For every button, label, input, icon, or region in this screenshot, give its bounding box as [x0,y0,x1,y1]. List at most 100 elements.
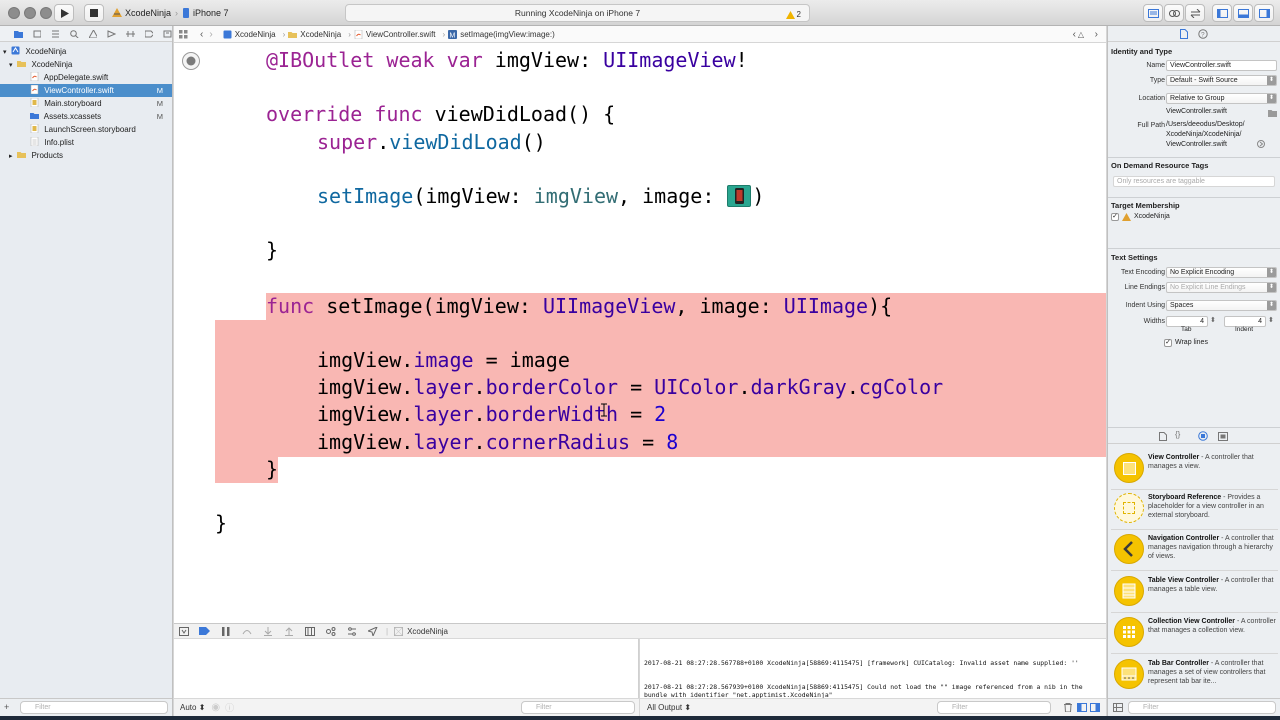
toggle-inspector-button[interactable] [1254,4,1274,22]
memory-graph-icon[interactable] [326,626,336,636]
reveal-in-finder-icon[interactable] [1257,140,1265,148]
split-view-right-icon[interactable] [1090,703,1100,712]
find-icon[interactable] [70,29,79,38]
odr-tags-field[interactable]: Only resources are taggable [1113,176,1275,187]
forward-arrow-icon[interactable]: › [209,29,212,40]
code-line[interactable]: super.viewDidLoad() [317,129,546,156]
code-line[interactable]: imgView.layer.borderWidth = 2 [317,401,666,428]
code-line[interactable]: override func viewDidLoad() { [266,101,615,128]
code-line[interactable]: } [266,237,278,264]
variables-filter-input[interactable]: Filter [521,701,635,714]
nav-item-folder[interactable]: ▾ XcodeNinja [0,58,172,71]
minimize-window-button[interactable] [24,7,36,19]
breadcrumb-file[interactable]: ViewController.swift [354,29,436,39]
standard-editor-button[interactable] [1143,4,1163,22]
code-line[interactable]: imgView.layer.cornerRadius = 8 [317,429,678,456]
breadcrumb-symbol[interactable]: M setImage(imgView:image:) [448,29,555,39]
scheme-selector[interactable]: XcodeNinja › iPhone 7 [112,4,229,22]
target-checkbox[interactable]: ✓ [1111,213,1119,221]
grid-view-icon[interactable] [1113,703,1123,712]
code-line[interactable]: setImage(imgView: imgView, image: ) [317,183,764,210]
test-navigator-icon[interactable] [107,29,117,38]
nav-item-file[interactable]: AppDelegate.swift [0,71,172,84]
debug-navigator-icon[interactable] [126,30,135,38]
add-icon[interactable]: + [4,702,9,712]
library-item[interactable]: Navigation Controller - A controller tha… [1111,531,1278,571]
folder-icon[interactable] [14,30,23,38]
step-into-icon[interactable] [263,626,273,636]
folder-icon[interactable] [1268,109,1277,117]
wrap-lines-checkbox[interactable]: ✓ [1164,339,1172,347]
library-item[interactable]: Collection View Controller - A controlle… [1111,614,1278,654]
version-editor-button[interactable] [1185,4,1205,22]
step-out-icon[interactable] [284,626,294,636]
assistant-editor-button[interactable] [1164,4,1184,22]
symbol-navigator-icon[interactable] [51,30,60,38]
encoding-popup[interactable]: No Explicit Encoding ⬍ [1166,267,1277,278]
file-template-icon[interactable] [1159,432,1167,441]
stop-button[interactable] [84,4,104,22]
code-snippet-icon[interactable]: {} [1175,430,1180,439]
file-inspector-icon[interactable] [1180,29,1188,39]
source-editor[interactable]: @IBOutlet weak var imgView: UIImageView!… [174,43,1106,623]
type-popup[interactable]: Default - Swift Source ⬍ [1166,75,1277,86]
previous-issue-icon[interactable]: ‹ [1073,29,1076,40]
code-line[interactable]: @IBOutlet weak var imgView: UIImageView! [266,47,748,74]
nav-item-folder[interactable]: ▸ Products [0,149,172,162]
eye-icon[interactable]: ◉ [211,702,220,713]
environment-overrides-icon[interactable] [347,626,357,636]
image-literal-icon[interactable] [727,184,752,207]
warnings-indicator[interactable]: 2 [785,7,801,23]
indent-width-stepper[interactable]: ⬍ [1268,316,1274,324]
back-arrow-icon[interactable]: ‹ [200,29,203,40]
warning-outline-icon[interactable]: △ [1078,30,1084,39]
pause-icon[interactable] [222,626,230,636]
trash-icon[interactable] [1064,703,1072,712]
console-filter-input[interactable]: Filter [937,701,1051,714]
zoom-window-button[interactable] [40,7,52,19]
breadcrumb-group[interactable]: XcodeNinja [288,30,341,39]
toggle-debug-area-button[interactable] [1233,4,1253,22]
nav-item-file[interactable]: LaunchScreen.storyboard [0,123,172,136]
step-over-icon[interactable] [242,627,252,636]
code-line[interactable]: imgView.image = image [317,347,570,374]
disclosure-closed-icon[interactable]: ▸ [9,150,15,163]
hide-debug-area-icon[interactable] [179,626,189,636]
source-control-icon[interactable] [33,30,42,38]
run-button[interactable] [54,4,74,22]
line-endings-popup[interactable]: No Explicit Line Endings ⬍ [1166,282,1277,293]
toggle-navigator-button[interactable] [1212,4,1232,22]
code-line[interactable]: } [215,510,227,537]
library-filter-input[interactable]: Filter [1128,701,1276,714]
variables-scope-popup[interactable]: Auto ⬍ [180,703,205,712]
indent-using-popup[interactable]: Spaces ⬍ [1166,300,1277,311]
view-hierarchy-icon[interactable] [305,626,315,636]
nav-item-file-selected[interactable]: ViewController.swift M [0,84,172,97]
quick-help-icon[interactable]: ? [1198,29,1208,39]
code-line[interactable]: func setImage(imgView: UIImageView, imag… [266,293,892,320]
code-line[interactable]: imgView.layer.borderColor = UIColor.dark… [317,374,943,401]
location-popup[interactable]: Relative to Group ⬍ [1166,93,1277,104]
nav-item-file[interactable]: Main.storyboard M [0,97,172,110]
name-field[interactable]: ViewController.swift [1166,60,1277,71]
navigator-filter-input[interactable]: Filter [20,701,168,714]
library-item[interactable]: Table View Controller - A controller tha… [1111,573,1278,613]
report-navigator-icon[interactable] [163,30,172,38]
nav-item-project[interactable]: ▾ XcodeNinja [0,45,172,58]
object-library-icon[interactable] [1198,431,1208,441]
library-item[interactable]: Tab Bar Controller - A controller that m… [1111,656,1278,696]
breakpoint-navigator-icon[interactable] [144,30,154,38]
related-items-icon[interactable] [179,29,188,39]
nav-item-file[interactable]: Info.plist [0,136,172,149]
media-library-icon[interactable] [1218,432,1228,441]
nav-item-file[interactable]: Assets.xcassets M [0,110,172,123]
close-window-button[interactable] [8,7,20,19]
code-line[interactable]: } [266,456,278,483]
split-view-left-icon[interactable] [1077,703,1087,712]
breadcrumb-project[interactable]: XcodeNinja [223,30,276,39]
info-icon[interactable]: ⓘ [225,701,234,714]
next-issue-icon[interactable]: › [1095,29,1098,40]
outlet-connection-icon[interactable] [181,51,201,71]
library-item[interactable]: Storyboard Reference - Provides a placeh… [1111,490,1278,530]
console-output-popup[interactable]: All Output ⬍ [647,703,691,712]
